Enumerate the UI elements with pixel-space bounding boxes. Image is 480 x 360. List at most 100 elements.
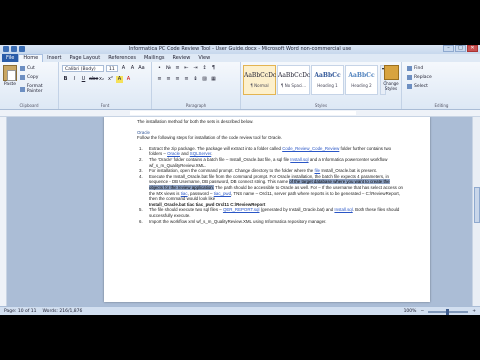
subscript-button[interactable]: x₂	[98, 76, 105, 83]
change-styles-button[interactable]: Change Styles	[380, 65, 402, 99]
window-title: Informatica PC Code Review Tool - User G…	[128, 46, 352, 52]
select-label: Select	[414, 84, 428, 89]
step-text: , password –	[187, 190, 214, 196]
line-spacing-icon[interactable]: ↨	[192, 76, 199, 83]
status-right: 100% − +	[404, 307, 476, 315]
vertical-scrollbar[interactable]	[472, 117, 480, 306]
tab-file[interactable]: File	[2, 54, 19, 62]
zoom-level[interactable]: 100%	[404, 307, 417, 315]
align-tools-row: ≡ ≡ ≡ ≡ ↨ ▨ ▦	[156, 76, 217, 83]
align-center-icon[interactable]: ≡	[165, 76, 172, 83]
format-painter-label: Format Painter	[26, 84, 43, 94]
change-case-button[interactable]: Aa	[138, 65, 145, 72]
document-body[interactable]: The installation method for both the set…	[137, 119, 403, 224]
style-heading-2[interactable]: AaBbCc Heading 2	[345, 65, 378, 95]
scrollbar-thumb[interactable]	[474, 187, 480, 223]
format-row: B I U abe x₂ x² A A	[62, 76, 132, 83]
style-name: Heading 1	[317, 83, 338, 88]
shading-icon[interactable]: ▨	[201, 76, 208, 83]
word-count[interactable]: Words: 216/1,876	[43, 307, 83, 315]
step-text: For installation, open the command promp…	[149, 168, 315, 174]
replace-icon	[407, 75, 412, 80]
copy-button[interactable]: Copy	[20, 75, 38, 80]
font-group: Calibri (Body) 11 A A Aa B I U abe x₂ x²…	[59, 62, 152, 109]
decrease-indent-icon[interactable]: ⇤	[183, 65, 190, 72]
zoom-slider[interactable]	[428, 308, 469, 315]
numbering-icon[interactable]: №	[165, 65, 172, 72]
clipboard-group-label: Clipboard	[19, 103, 39, 108]
word-window: Informatica PC Code Review Tool - User G…	[0, 45, 480, 315]
paragraph-group-label: Paragraph	[185, 103, 207, 108]
editing-group-label: Editing	[434, 103, 449, 108]
grow-font-button[interactable]: A	[120, 65, 127, 72]
minimize-button[interactable]: –	[443, 45, 454, 52]
maximize-button[interactable]: □	[455, 45, 466, 52]
document-canvas[interactable]: The installation method for both the set…	[0, 117, 472, 306]
highlight-color-button[interactable]: A	[116, 76, 123, 83]
font-group-label: Font	[100, 103, 110, 108]
tab-view[interactable]: View	[194, 54, 214, 62]
close-button[interactable]: ✕	[467, 45, 478, 52]
style-sample: AaBbCcDc	[278, 72, 311, 79]
style-sample: AaBbCc	[314, 72, 341, 79]
show-marks-icon[interactable]: ¶	[210, 65, 217, 72]
bullets-icon[interactable]: •	[156, 65, 163, 72]
zoom-out-icon[interactable]: −	[420, 307, 424, 315]
tab-references[interactable]: References	[104, 54, 140, 62]
replace-button[interactable]: Replace	[407, 75, 432, 80]
paste-icon	[3, 65, 17, 81]
multilevel-list-icon[interactable]: ≡	[174, 65, 181, 72]
document-page[interactable]: The installation method for both the set…	[104, 117, 430, 302]
brush-icon	[20, 86, 25, 92]
scissors-icon	[20, 66, 25, 71]
copy-label: Copy	[27, 75, 39, 80]
list-item: 6. Import the workflow xml wf_s_m_Quality…	[137, 219, 403, 225]
video-frame: Informatica PC Code Review Tool - User G…	[0, 0, 480, 360]
format-painter-button[interactable]: Format Painter	[20, 84, 58, 94]
tab-review[interactable]: Review	[168, 54, 194, 62]
increase-indent-icon[interactable]: ⇥	[192, 65, 199, 72]
align-left-icon[interactable]: ≡	[156, 76, 163, 83]
status-bar: Page: 10 of 11 Words: 216/1,876 100% − +	[0, 306, 480, 315]
styles-group-label: Styles	[314, 103, 328, 108]
select-button[interactable]: Select	[407, 84, 428, 89]
superscript-button[interactable]: x²	[107, 76, 114, 83]
style-heading-1[interactable]: AaBbCc Heading 1	[311, 65, 344, 95]
step-text: .	[211, 151, 213, 157]
font-size-select[interactable]: 11	[106, 65, 118, 72]
strikethrough-button[interactable]: abe	[89, 76, 98, 83]
style-normal[interactable]: AaBbCcDc ¶ Normal	[243, 65, 276, 95]
spellcheck-word: Install.sql	[334, 207, 353, 213]
tab-insert[interactable]: Insert	[43, 54, 65, 62]
sort-icon[interactable]: ↕	[201, 65, 208, 72]
style-no-spacing[interactable]: AaBbCcDc ¶ No Spaci...	[277, 65, 310, 95]
shrink-font-button[interactable]: A	[129, 65, 136, 72]
justify-icon[interactable]: ≡	[183, 76, 190, 83]
step-text: The 'Oracle' folder contains a batch fil…	[149, 156, 291, 162]
tab-page-layout[interactable]: Page Layout	[65, 54, 104, 62]
font-color-button[interactable]: A	[125, 76, 132, 83]
align-right-icon[interactable]: ≡	[174, 76, 181, 83]
page-count[interactable]: Page: 10 of 11	[4, 307, 37, 315]
font-tools-row: A A Aa	[120, 65, 145, 72]
zoom-in-icon[interactable]: +	[472, 307, 476, 315]
spellcheck-word: tiac	[180, 190, 188, 196]
style-name: ¶ Normal	[250, 83, 269, 88]
italic-button[interactable]: I	[71, 76, 78, 83]
spellcheck-word: tiac_pwd	[213, 190, 232, 196]
tab-home[interactable]: Home	[18, 54, 44, 62]
horizontal-ruler[interactable]	[0, 110, 480, 117]
status-left: Page: 10 of 11 Words: 216/1,876	[4, 307, 82, 315]
tab-mailings[interactable]: Mailings	[140, 54, 169, 62]
ruler-text-area	[130, 111, 356, 115]
paste-button[interactable]: Paste	[3, 65, 17, 91]
steps-list-continued: 5. The file should execute two sql files …	[137, 207, 403, 224]
font-name-select[interactable]: Calibri (Body)	[62, 65, 104, 72]
spellcheck-word: QER_REPORT.sql	[222, 207, 260, 213]
find-button[interactable]: Find	[407, 66, 423, 71]
underline-button[interactable]: U	[80, 76, 87, 83]
cut-button[interactable]: Cut	[20, 66, 35, 71]
bold-button[interactable]: B	[62, 76, 69, 83]
list-number: 2.	[139, 156, 143, 162]
borders-icon[interactable]: ▦	[210, 76, 217, 83]
